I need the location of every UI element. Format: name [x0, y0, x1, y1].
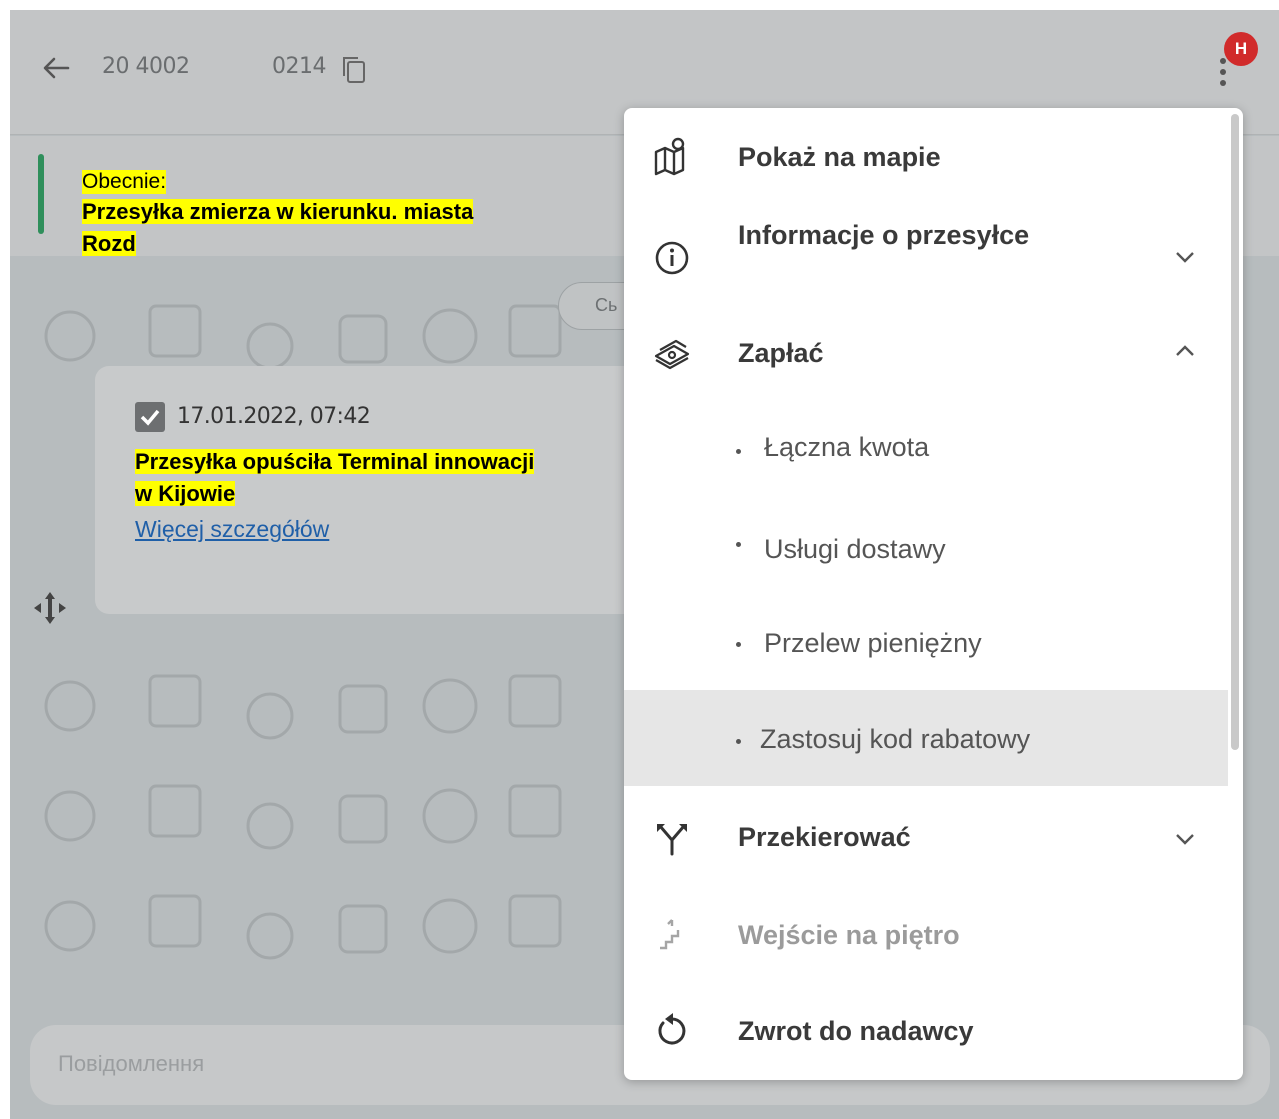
more-details-link[interactable]: Więcej szczegółów	[135, 516, 329, 543]
more-options-icon[interactable]	[1218, 58, 1228, 98]
menu-scrollbar[interactable]	[1231, 114, 1239, 750]
notification-badge[interactable]: H	[1224, 32, 1258, 66]
event-datetime: 17.01.2022, 07:42	[177, 404, 371, 429]
bullet	[736, 642, 741, 647]
submenu-item-label: Łączna kwota	[764, 432, 930, 462]
submenu-item-label: Usługi dostawy	[764, 534, 946, 564]
map-pin-icon	[654, 137, 685, 176]
back-arrow-icon[interactable]	[38, 50, 74, 86]
tracking-number-part2: 0214	[272, 54, 327, 79]
copy-icon[interactable]	[340, 54, 368, 84]
bullet	[736, 449, 741, 454]
submenu-item-money-transfer[interactable]: Przelew pieniężny	[624, 592, 1224, 688]
menu-item-redirect[interactable]: Przekierować	[624, 788, 1224, 884]
menu-item-label: Zwrot do nadawcy	[738, 1016, 974, 1046]
menu-item-show-on-map[interactable]: Pokaż na mapie	[624, 108, 1224, 204]
return-icon	[658, 1013, 686, 1045]
tracking-event-bubble: 17.01.2022, 07:42 Przesyłka opuściła Ter…	[95, 366, 655, 614]
info-icon	[655, 241, 689, 275]
status-accent-bar	[38, 154, 44, 234]
status-label: Obecnie:	[82, 170, 167, 194]
move-arrows-icon[interactable]	[30, 588, 70, 628]
bullet	[736, 542, 741, 547]
submenu-item-apply-discount-code[interactable]: Zastosuj kod rabatowy	[624, 690, 1228, 786]
bullet	[736, 739, 741, 744]
event-description-line1: Przesyłka opuściła Terminal innowacji	[135, 449, 535, 474]
menu-item-label: Pokaż na mapie	[738, 142, 941, 172]
menu-item-pay[interactable]: Zapłać	[624, 304, 1224, 400]
submenu-item-total-amount[interactable]: Łączna kwota	[624, 400, 1224, 496]
menu-item-label: Przekierować	[738, 822, 911, 852]
submenu-item-label: Przelew pieniężny	[764, 628, 982, 658]
chevron-up-icon	[1176, 345, 1194, 356]
status-text: Przesyłka zmierza w kierunku. miasta Roz…	[82, 196, 582, 260]
menu-item-return-to-sender[interactable]: Zwrot do nadawcy	[624, 980, 1224, 1080]
status-text-line2: Rozd	[82, 231, 136, 256]
menu-item-label: Zapłać	[738, 338, 824, 368]
checkbox-checked-icon	[135, 402, 165, 432]
submenu-item-delivery-services[interactable]: Usługi dostawy	[624, 496, 1224, 592]
status-text-line1: Przesyłka zmierza w kierunku. miasta	[82, 199, 474, 224]
chevron-down-icon	[1176, 834, 1194, 845]
redirect-icon	[657, 824, 687, 856]
menu-item-label: Wejście na piętro	[738, 920, 960, 950]
menu-item-label: Informacje o przesyłce	[738, 220, 1030, 250]
money-icon	[654, 339, 690, 370]
event-description: Przesyłka opuściła Terminal innowacji w …	[135, 446, 655, 510]
tracking-number-part1: 20 4002	[102, 54, 190, 79]
event-description-line2: w Kijowie	[135, 481, 236, 506]
submenu-item-label: Zastosuj kod rabatowy	[760, 724, 1031, 754]
shipment-actions-menu: Pokaż na mapie Informacje o przesyłce Za…	[624, 108, 1243, 1080]
chevron-down-icon	[1176, 252, 1194, 263]
menu-item-shipment-info[interactable]: Informacje o przesyłce	[624, 204, 1224, 304]
stairs-icon	[660, 919, 680, 950]
menu-item-floor-delivery: Wejście na piętro	[624, 884, 1224, 980]
